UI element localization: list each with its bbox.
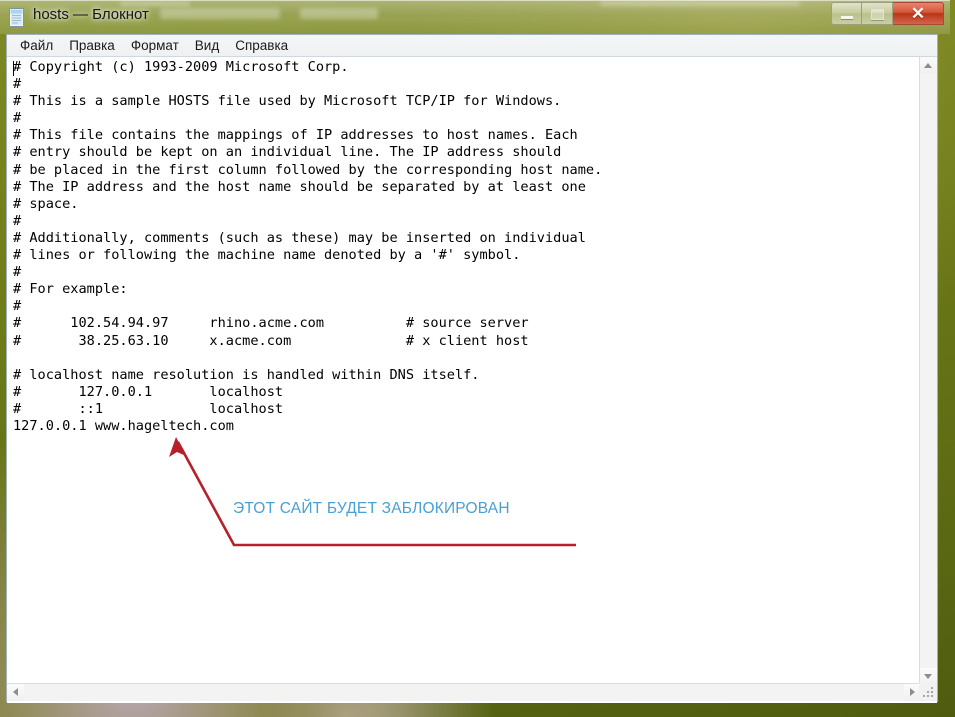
menu-item-format[interactable]: Формат: [123, 37, 187, 55]
maximize-icon: [871, 9, 884, 20]
hosts-file-content[interactable]: # Copyright (c) 1993-2009 Microsoft Corp…: [13, 59, 917, 683]
notepad-icon: [9, 8, 24, 27]
chevron-up-icon: [924, 63, 932, 68]
minimize-button[interactable]: [831, 2, 862, 25]
chevron-right-icon: [910, 688, 915, 696]
menu-item-view[interactable]: Вид: [187, 37, 227, 55]
scroll-left-button[interactable]: [7, 684, 24, 701]
scroll-up-button[interactable]: [920, 57, 937, 74]
menu-item-help[interactable]: Справка: [227, 37, 296, 55]
chevron-down-icon: [924, 674, 932, 679]
resize-grip[interactable]: [919, 683, 937, 701]
horizontal-scrollbar[interactable]: [7, 683, 921, 701]
close-button[interactable]: ✕: [893, 2, 944, 25]
close-icon: ✕: [910, 4, 926, 23]
annotation-caption: ЭТОТ САЙТ БУДЕТ ЗАБЛОКИРОВАН: [233, 500, 510, 517]
client-area: Файл Правка Формат Вид Справка # Copyrig…: [6, 34, 938, 703]
window-controls: ✕: [831, 2, 944, 25]
menu-item-file[interactable]: Файл: [12, 37, 61, 55]
notepad-window: hosts — Блокнот ✕ Файл Правка Формат Вид…: [0, 0, 950, 710]
ghost-desktop-text-4: [600, 1, 800, 6]
vertical-scrollbar[interactable]: [919, 57, 937, 685]
menu-bar: Файл Правка Формат Вид Справка: [7, 35, 937, 57]
ghost-desktop-text-1: [160, 8, 280, 19]
window-title: hosts — Блокнот: [33, 6, 149, 23]
ghost-desktop-text-2: [300, 8, 378, 19]
title-bar[interactable]: hosts — Блокнот ✕: [0, 0, 950, 34]
chevron-left-icon: [13, 688, 18, 696]
menu-item-edit[interactable]: Правка: [61, 37, 123, 55]
text-edit-area[interactable]: # Copyright (c) 1993-2009 Microsoft Corp…: [7, 57, 937, 703]
minimize-icon: [841, 16, 853, 19]
maximize-button[interactable]: [862, 2, 893, 25]
